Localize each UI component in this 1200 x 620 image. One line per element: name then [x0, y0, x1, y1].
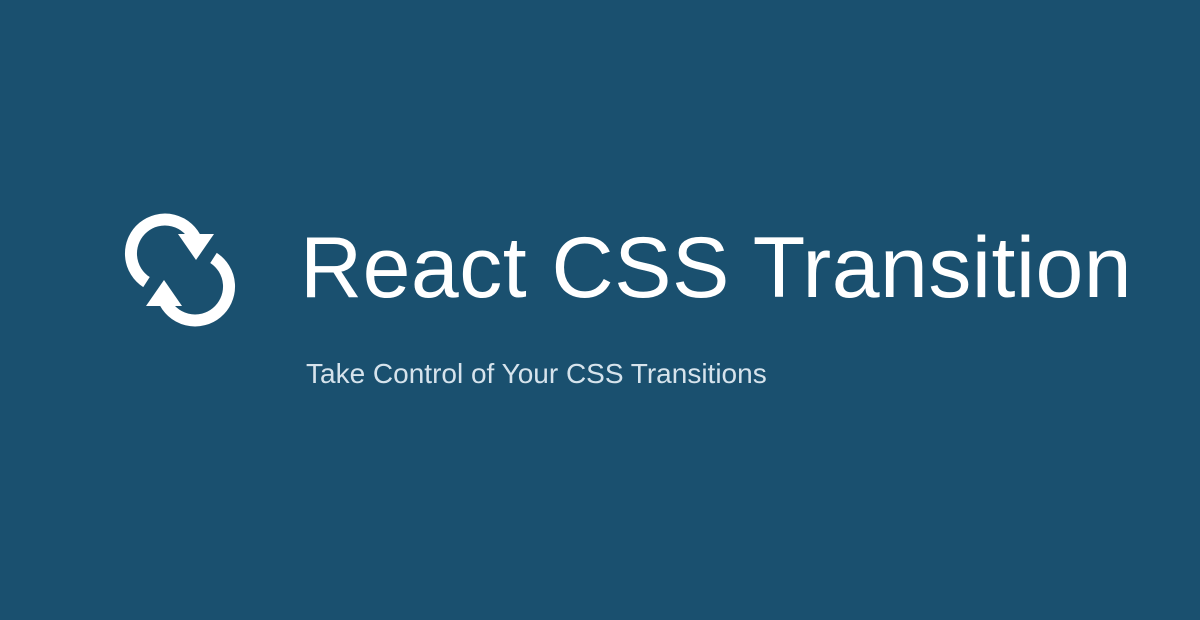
cycle-arrows-icon	[100, 190, 260, 350]
banner-title: React CSS Transition	[300, 220, 1133, 316]
banner: React CSS Transition Take Control of You…	[0, 0, 1200, 620]
banner-subtitle: Take Control of Your CSS Transitions	[306, 358, 767, 389]
